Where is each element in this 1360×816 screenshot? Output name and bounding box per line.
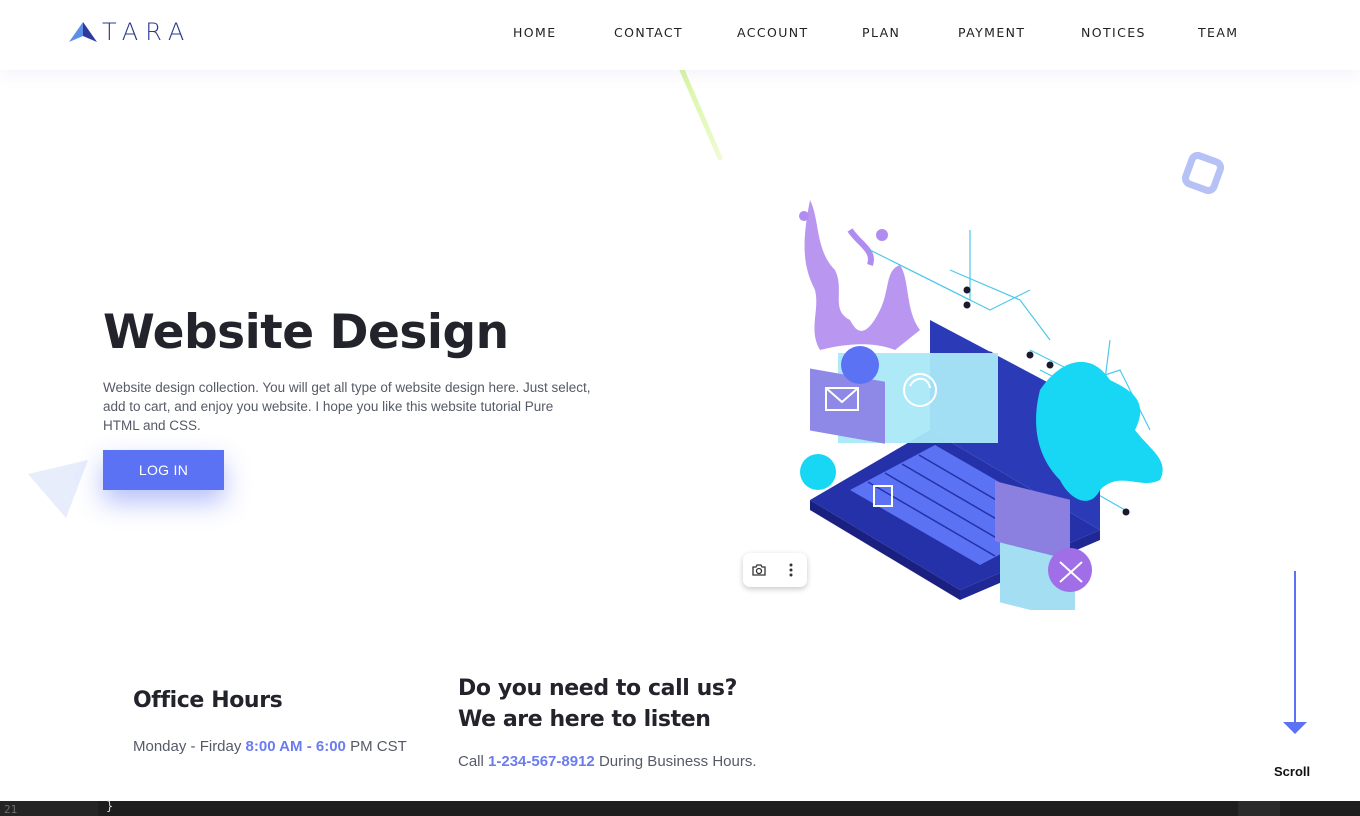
nav-payment[interactable]: PAYMENT [958,25,1025,40]
office-time-suffix: PM CST [350,738,407,755]
nav-account[interactable]: ACCOUNT [737,25,809,40]
call-prefix: Call [458,753,484,770]
office-time-separator: - [306,738,312,755]
office-time-end: 6:00 [315,738,346,755]
office-time-start: 8:00 AM [245,738,303,755]
nav-notices[interactable]: NOTICES [1081,25,1146,40]
office-hours-text: Monday - Firday 8:00 AM - 6:00 PM CST [133,738,407,755]
call-title-line2: We are here to listen [458,707,711,732]
laptop-illustration-icon [799,200,1163,610]
camera-icon[interactable] [746,557,772,583]
hero-title: Website Design [103,305,509,360]
nav-team[interactable]: TEAM [1198,25,1238,40]
office-hours-title: Office Hours [133,688,283,713]
scroll-label[interactable]: Scroll [1274,764,1310,779]
editor-minimap[interactable] [1238,801,1280,816]
office-days: Monday - Firday [133,738,242,755]
editor-line-number: 21 [0,801,98,816]
call-title: Do you need to call us? We are here to l… [458,673,737,735]
phone-link[interactable]: 1-234-567-8912 [488,753,595,770]
nav-contact[interactable]: CONTACT [614,25,683,40]
scroll-line [1294,571,1296,723]
call-text: Call 1-234-567-8912 During Business Hour… [458,753,757,770]
editor-strip: 21 } [0,799,1360,816]
nav-plan[interactable]: PLAN [862,25,900,40]
decorative-stroke [679,70,723,161]
login-button[interactable]: LOG IN [103,450,224,490]
decorative-triangle [28,460,88,518]
more-vertical-icon[interactable] [778,557,804,583]
hero-description: Website design collection. You will get … [103,380,591,433]
editor-code: } [106,799,114,813]
call-title-line1: Do you need to call us? [458,676,737,701]
nav-home[interactable]: HOME [513,25,557,40]
site-header: TARA HOME CONTACT ACCOUNT PLAN PAYMENT N… [0,0,1360,70]
main-nav: HOME CONTACT ACCOUNT PLAN PAYMENT NOTICE… [0,25,1360,45]
call-suffix: During Business Hours. [598,753,757,770]
image-tools [743,553,807,587]
scroll-arrow-icon[interactable] [1283,722,1307,734]
